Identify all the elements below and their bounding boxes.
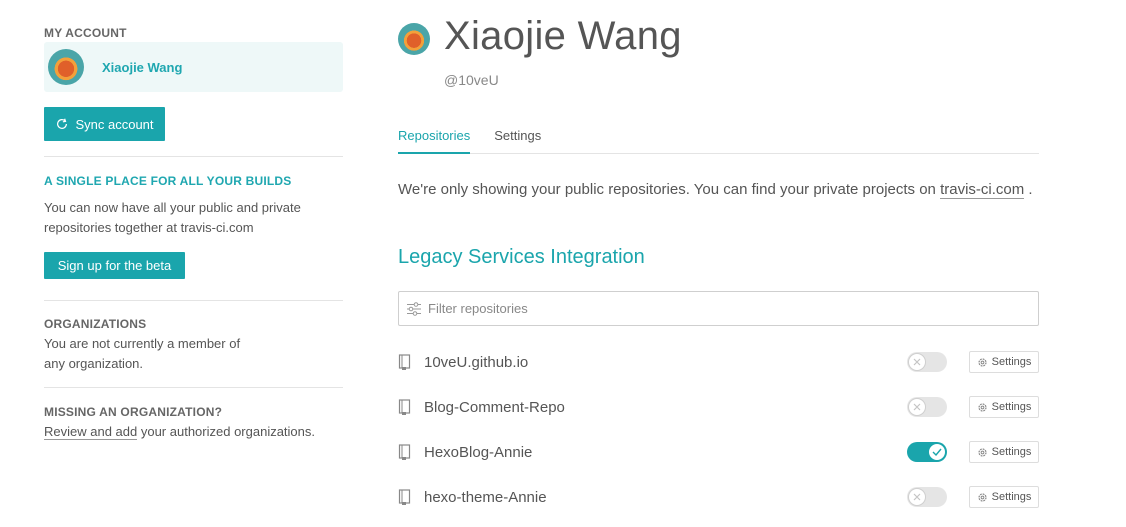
toggle-knob — [908, 488, 926, 506]
close-icon — [913, 493, 921, 501]
sync-account-label: Sync account — [75, 116, 154, 132]
tab-settings[interactable]: Settings — [494, 128, 541, 153]
beta-description: You can now have all your public and pri… — [44, 200, 301, 235]
avatar — [48, 49, 84, 85]
repo-name[interactable]: HexoBlog-Annie — [424, 444, 532, 461]
check-icon — [932, 448, 942, 456]
account-heading: MY ACCOUNT — [44, 26, 127, 40]
settings-label: Settings — [991, 446, 1032, 458]
public-repos-notice: We're only showing your public repositor… — [398, 181, 1033, 199]
toggle-knob — [908, 398, 926, 416]
sync-account-button[interactable]: Sync account — [44, 107, 165, 141]
missing-organization-suffix: your authorized organizations. — [137, 424, 316, 439]
section-title: Legacy Services Integration — [398, 246, 645, 268]
beta-heading: A SINGLE PLACE FOR ALL YOUR BUILDS — [44, 174, 292, 188]
review-organizations-link[interactable]: Review and add — [44, 424, 138, 440]
repo-row: hexo-theme-Annie Settings — [398, 485, 1039, 509]
filter-icon — [407, 301, 421, 316]
repo-row: Blog-Comment-Repo Settings — [398, 395, 1039, 419]
close-icon — [913, 358, 921, 366]
settings-label: Settings — [991, 401, 1032, 413]
tab-repositories[interactable]: Repositories — [398, 128, 471, 154]
account-card[interactable]: Xiaojie Wang — [44, 42, 343, 92]
profile-avatar — [398, 23, 430, 55]
close-icon — [913, 403, 921, 411]
settings-label: Settings — [991, 356, 1032, 368]
repo-name[interactable]: hexo-theme-Annie — [424, 489, 547, 506]
sync-icon — [57, 118, 68, 129]
gear-icon — [978, 402, 987, 412]
profile-handle: @10veU — [444, 72, 499, 88]
repo-row: HexoBlog-Annie Settings — [398, 440, 1039, 464]
sign-up-beta-button[interactable]: Sign up for the beta — [44, 252, 185, 279]
gear-icon — [978, 447, 987, 457]
repo-icon — [398, 399, 411, 415]
travis-ci-com-link[interactable]: travis-ci.com — [940, 181, 1025, 199]
repo-settings-button[interactable]: Settings — [969, 486, 1039, 508]
toggle-knob — [928, 443, 946, 461]
divider — [44, 156, 343, 157]
repo-icon — [398, 489, 411, 505]
notice-suffix: . — [1024, 181, 1033, 198]
filter-box[interactable] — [398, 291, 1039, 326]
divider — [44, 387, 343, 388]
missing-organization-heading: MISSING AN ORGANIZATION? — [44, 405, 223, 419]
organizations-heading: ORGANIZATIONS — [44, 317, 147, 331]
repo-name[interactable]: Blog-Comment-Repo — [424, 399, 565, 416]
profile-name: Xiaojie Wang — [444, 14, 682, 58]
repo-toggle[interactable] — [907, 397, 947, 417]
repo-toggle[interactable] — [907, 352, 947, 372]
repo-icon — [398, 444, 411, 460]
missing-organization-text: Review and add your authorized organizat… — [44, 422, 343, 442]
filter-repositories-input[interactable] — [428, 301, 988, 316]
organizations-text: You are not currently a member of any or… — [44, 336, 241, 371]
repo-toggle[interactable] — [907, 442, 947, 462]
repo-settings-button[interactable]: Settings — [969, 351, 1039, 373]
divider — [44, 300, 343, 301]
repo-name[interactable]: 10veU.github.io — [424, 354, 528, 371]
repo-settings-button[interactable]: Settings — [969, 441, 1039, 463]
repo-row: 10veU.github.io Settings — [398, 350, 1039, 374]
repo-settings-button[interactable]: Settings — [969, 396, 1039, 418]
account-name[interactable]: Xiaojie Wang — [102, 60, 182, 75]
notice-text: We're only showing your public repositor… — [398, 181, 941, 198]
repo-icon — [398, 354, 411, 370]
settings-label: Settings — [991, 491, 1032, 503]
toggle-knob — [908, 353, 926, 371]
gear-icon — [978, 357, 987, 367]
profile-tabs: Repositories Settings — [398, 128, 1039, 154]
repo-toggle[interactable] — [907, 487, 947, 507]
gear-icon — [978, 492, 987, 502]
